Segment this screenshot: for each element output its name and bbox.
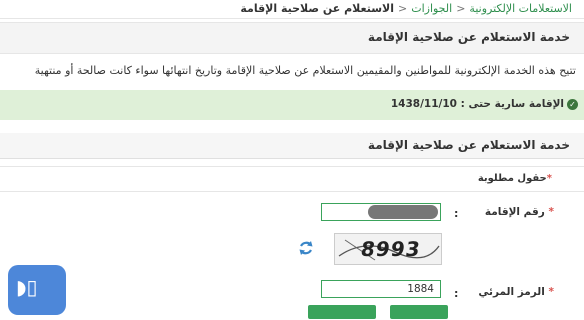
check-circle-icon: ✓: [567, 99, 578, 110]
status-alert: ✓ الإقامة سارية حتى : 1438/11/10: [0, 90, 584, 120]
logo-mark: ▯◗: [16, 275, 38, 299]
breadcrumb: الاستعلامات الإلكترونية<الجوازات<الاستعل…: [0, 0, 584, 19]
panel-header: خدمة الاستعلام عن صلاحية الإقامة: [0, 133, 584, 159]
required-star: *: [548, 286, 555, 298]
iqama-colon: :: [454, 207, 459, 220]
iqama-number-input[interactable]: [321, 203, 441, 221]
breadcrumb-link-eservices[interactable]: الاستعلامات الإلكترونية: [469, 2, 572, 15]
status-alert-text: الإقامة سارية حتى : 1438/11/10: [390, 98, 564, 110]
panel-title: خدمة الاستعلام عن صلاحية الإقامة: [367, 138, 570, 152]
required-star: *: [548, 206, 555, 218]
iqama-number-label: * رقم الإقامة: [485, 206, 554, 218]
service-description: تتيح هذه الخدمة الإلكترونية للمواطنين وا…: [34, 64, 576, 77]
iqama-number-label-text: رقم الإقامة: [484, 206, 545, 218]
page-title: خدمة الاستعلام عن صلاحية الإقامة: [367, 30, 570, 44]
redacted-value-mask: [368, 205, 438, 219]
required-star: *: [546, 173, 552, 184]
required-note-text: حقول مطلوبة: [477, 173, 547, 184]
breadcrumb-link-passports[interactable]: الجوازات: [411, 2, 452, 15]
watermark-logo: ▯◗: [8, 265, 66, 315]
captcha-code-label-text: الرمز المرئي: [478, 286, 545, 298]
breadcrumb-separator-icon: <: [456, 2, 466, 15]
captcha-code-input[interactable]: 1884: [321, 280, 441, 298]
captcha-colon: :: [454, 287, 459, 300]
breadcrumb-separator-icon: <: [398, 2, 408, 15]
captcha-code-label: * الرمز المرئي: [478, 286, 554, 298]
page-header: خدمة الاستعلام عن صلاحية الإقامة: [0, 22, 584, 54]
captcha-image: 8993: [334, 233, 442, 265]
clear-button[interactable]: [308, 305, 376, 319]
refresh-captcha-icon[interactable]: [298, 240, 314, 256]
breadcrumb-current: الاستعلام عن صلاحية الإقامة: [240, 2, 394, 15]
required-fields-note: *حقول مطلوبة: [0, 166, 584, 192]
captcha-digits: 8993: [359, 237, 423, 261]
submit-button[interactable]: [390, 305, 448, 319]
